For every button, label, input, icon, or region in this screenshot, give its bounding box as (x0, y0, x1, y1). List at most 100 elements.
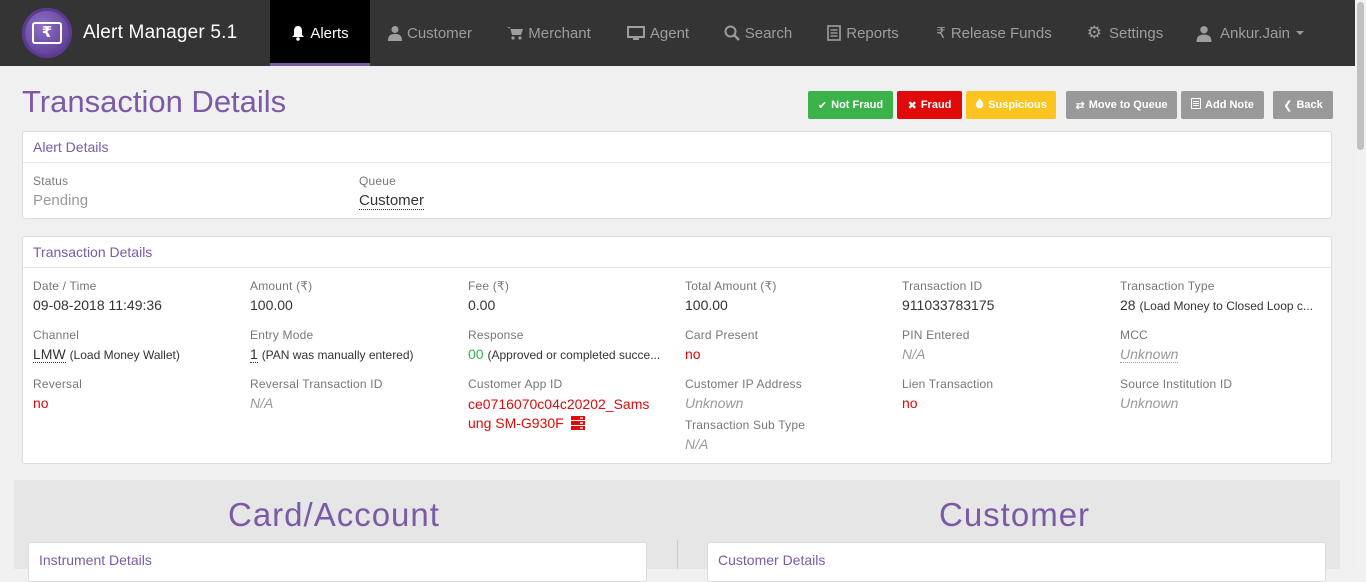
nav-item-merchant[interactable]: Merchant (490, 0, 608, 66)
lien-transaction-field: Lien Transaction no (902, 377, 993, 411)
fee-field: Fee (₹) 0.00 (468, 279, 509, 313)
nav-label-merchant: Merchant (528, 24, 591, 42)
status-label: Status (33, 174, 69, 188)
move-to-queue-button[interactable]: ⇄ Move to Queue (1066, 91, 1177, 119)
nav-item-agent[interactable]: Agent (608, 0, 708, 66)
customer-ip-value: Unknown (685, 395, 744, 411)
transaction-type-code[interactable]: 28 (1120, 297, 1136, 313)
transaction-type-field: Transaction Type 28 (Load Money to Close… (1120, 279, 1325, 313)
response-label: Response (468, 328, 524, 342)
app-logo-icon: ₹ (22, 8, 72, 58)
nav-item-release-funds[interactable]: ₹ Release Funds (918, 0, 1070, 66)
top-navbar: ₹ Alert Manager 5.1 Alerts Customer Merc… (0, 0, 1355, 66)
transaction-details-heading: Transaction Details (23, 237, 1331, 268)
lien-transaction-value: no (902, 395, 918, 411)
channel-label: Channel (33, 328, 80, 342)
customer-ip-field: Customer IP Address Unknown (685, 377, 802, 411)
nav-item-customer[interactable]: Customer (370, 0, 490, 66)
total-amount-value: 100.00 (685, 297, 728, 313)
card-present-field: Card Present no (685, 328, 758, 362)
rupee-logo-glyph: ₹ (32, 22, 62, 44)
customer-details-heading: Customer Details (718, 552, 826, 568)
response-desc: (Approved or completed succe... (487, 348, 661, 362)
txn-sub-type-label: Transaction Sub Type (685, 418, 806, 432)
add-note-label: Add Note (1205, 99, 1254, 111)
transaction-id-value: 911033783175 (902, 297, 995, 313)
page-scrollbar[interactable] (1355, 0, 1366, 569)
nav-item-search[interactable]: Search (708, 0, 808, 66)
source-institution-field: Source Institution ID Unknown (1120, 377, 1232, 411)
total-amount-label: Total Amount (₹) (685, 279, 777, 293)
entry-mode-label: Entry Mode (250, 328, 314, 342)
pin-entered-field: PIN Entered N/A (902, 328, 970, 362)
fee-label: Fee (₹) (468, 279, 510, 293)
add-note-button[interactable]: Add Note (1181, 91, 1264, 119)
nav-item-settings[interactable]: ⚙ Settings (1070, 0, 1180, 66)
queue-label: Queue (359, 174, 397, 188)
entry-mode-desc: (PAN was manually entered) (261, 348, 414, 362)
fraud-button[interactable]: ✖ Fraud (897, 91, 962, 119)
entry-mode-code[interactable]: 1 (250, 346, 258, 363)
check-icon: ✔ (817, 99, 828, 112)
scrollbar-thumb[interactable] (1357, 2, 1364, 150)
source-institution-value: Unknown (1120, 395, 1179, 411)
pin-entered-label: PIN Entered (902, 328, 970, 342)
transaction-id-label: Transaction ID (902, 279, 983, 293)
column-divider (677, 540, 678, 569)
nav-item-reports[interactable]: Reports (808, 0, 918, 66)
server-icon[interactable] (570, 416, 585, 435)
transaction-details-panel: Transaction Details Date / Time 09-08-20… (22, 236, 1332, 464)
date-time-field: Date / Time 09-08-2018 11:49:36 (33, 279, 162, 313)
reversal-txn-id-value: N/A (250, 395, 274, 411)
transaction-type-desc: (Load Money to Closed Loop c... (1139, 299, 1313, 313)
list-icon (827, 25, 842, 41)
date-time-label: Date / Time (33, 279, 97, 293)
customer-ip-label: Customer IP Address (685, 377, 802, 391)
alert-details-heading: Alert Details (23, 132, 1331, 163)
amount-field: Amount (₹) 100.00 (250, 279, 312, 313)
date-time-value: 09-08-2018 11:49:36 (33, 297, 162, 313)
txn-sub-type-field: Transaction Sub Type N/A (685, 418, 805, 452)
nav-label-agent: Agent (649, 24, 690, 42)
instrument-details-heading: Instrument Details (39, 552, 152, 568)
swap-icon: ⇄ (1075, 99, 1085, 112)
reversal-label: Reversal (33, 377, 82, 391)
amount-label: Amount (₹) (250, 279, 313, 293)
move-to-queue-label: Move to Queue (1088, 99, 1168, 111)
nav-label-release-funds: Release Funds (950, 24, 1052, 42)
customer-details-panel: Customer Details (707, 542, 1326, 582)
mcc-value[interactable]: Unknown (1120, 346, 1179, 363)
flame-icon (975, 98, 984, 112)
customer-heading: Customer (939, 496, 1091, 533)
brand[interactable]: ₹ Alert Manager 5.1 (0, 0, 270, 66)
mcc-label: MCC (1120, 328, 1148, 342)
customer-app-id-value-line2: ung SM-G930F (468, 415, 564, 431)
not-fraud-button[interactable]: ✔ Not Fraud (808, 91, 893, 119)
monitor-icon (626, 26, 645, 40)
lien-transaction-label: Lien Transaction (902, 377, 994, 391)
user-menu[interactable]: Ankur.Jain (1180, 0, 1320, 66)
close-icon: ✖ (907, 99, 917, 112)
status-value: Pending (33, 192, 89, 209)
back-button[interactable]: ❮ Back (1273, 91, 1333, 119)
fraud-label: Fraud (920, 99, 952, 111)
suspicious-button[interactable]: Suspicious (966, 91, 1056, 119)
response-field: Response 00 (Approved or completed succe… (468, 328, 673, 362)
source-institution-label: Source Institution ID (1120, 377, 1233, 391)
queue-value[interactable]: Customer (359, 192, 425, 210)
entry-mode-field: Entry Mode 1 (PAN was manually entered) (250, 328, 414, 363)
queue-field: Queue Customer (359, 174, 425, 210)
nav-item-alerts[interactable]: Alerts (270, 0, 370, 66)
action-toolbar: ✔ Not Fraud ✖ Fraud Suspicious ⇄ Move to… (808, 91, 1337, 119)
txn-sub-type-value: N/A (685, 436, 709, 452)
response-code[interactable]: 00 (468, 346, 484, 362)
channel-code[interactable]: LMW (33, 346, 66, 363)
user-avatar-icon (1196, 25, 1212, 42)
pin-entered-value: N/A (902, 346, 926, 362)
card-present-label: Card Present (685, 328, 759, 342)
nav-label-customer: Customer (406, 24, 473, 42)
channel-desc: (Load Money Wallet) (69, 348, 180, 362)
nav-label-settings: Settings (1109, 24, 1164, 42)
instrument-details-panel: Instrument Details (28, 542, 647, 582)
reversal-value: no (33, 395, 49, 411)
